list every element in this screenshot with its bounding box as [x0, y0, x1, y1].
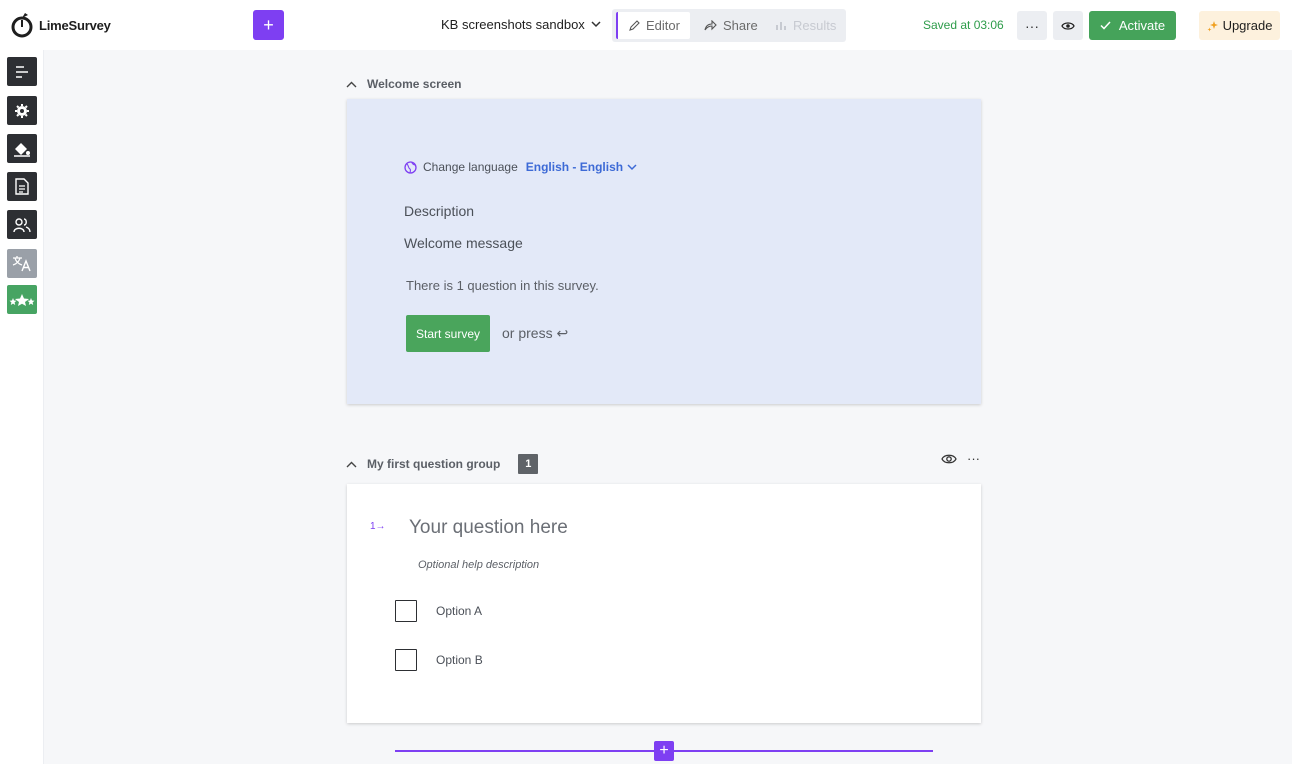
group-count-badge: 1: [518, 454, 539, 474]
welcome-card[interactable]: Change language English - English Descri…: [347, 99, 981, 404]
chevron-up-icon: [346, 461, 357, 467]
mode-tabs: Editor Share Results: [612, 9, 846, 42]
group-tools: ···: [941, 451, 980, 466]
welcome-section-header[interactable]: Welcome screen: [346, 77, 462, 91]
language-selector[interactable]: English - English: [526, 160, 637, 174]
document-icon: [15, 178, 29, 195]
question-card[interactable]: 1→ Your question here Optional help desc…: [347, 484, 981, 723]
survey-title-dropdown[interactable]: KB screenshots sandbox: [441, 17, 601, 32]
sidebar-item-settings[interactable]: [7, 96, 37, 125]
sidebar-item-structure[interactable]: [7, 57, 37, 86]
tab-results[interactable]: Results: [765, 12, 846, 39]
activate-label: Activate: [1118, 18, 1166, 33]
welcome-section-title: Welcome screen: [367, 77, 462, 91]
question-number: 1→: [370, 521, 386, 532]
sidebar-item-document[interactable]: [7, 172, 37, 201]
tab-editor[interactable]: Editor: [616, 12, 690, 39]
structure-icon: [16, 65, 28, 78]
welcome-message-field[interactable]: Welcome message: [404, 235, 523, 251]
press-enter-hint: or press ↩: [502, 325, 569, 341]
upgrade-button[interactable]: Upgrade: [1199, 11, 1280, 40]
welcome-description-field[interactable]: Description: [404, 203, 474, 219]
survey-title: KB screenshots sandbox: [441, 17, 585, 32]
add-question-button[interactable]: +: [654, 741, 674, 761]
option-label: Option A: [436, 604, 483, 618]
question-title-field[interactable]: Your question here: [409, 517, 568, 539]
question-help-field[interactable]: Optional help description: [418, 559, 539, 571]
checkmark-icon: [1100, 21, 1111, 30]
theme-bucket-icon: [14, 142, 30, 157]
eye-icon: [1061, 21, 1075, 30]
option-checkbox[interactable]: [395, 600, 417, 622]
app-name: LimeSurvey: [39, 17, 111, 33]
ellipsis-icon: ···: [1025, 17, 1039, 34]
share-icon: [704, 20, 717, 31]
add-button[interactable]: +: [253, 10, 284, 40]
chevron-up-icon: [346, 81, 357, 87]
pencil-icon: [629, 19, 640, 31]
plus-icon: +: [659, 742, 669, 759]
participants-icon: [13, 217, 31, 232]
group-section-header[interactable]: My first question group 1: [346, 454, 539, 474]
plus-icon: +: [263, 14, 274, 35]
option-row[interactable]: Option A: [395, 600, 482, 622]
upgrade-label: Upgrade: [1222, 18, 1273, 33]
settings-icon: [15, 103, 29, 118]
preview-button[interactable]: [1053, 11, 1083, 40]
translate-icon: [12, 256, 31, 272]
option-label: Option B: [436, 653, 483, 667]
more-options-button[interactable]: ···: [1017, 11, 1047, 40]
option-checkbox[interactable]: [395, 649, 417, 671]
option-row[interactable]: Option B: [395, 649, 483, 671]
language-value: English - English: [525, 160, 624, 174]
tab-results-label: Results: [793, 18, 837, 33]
chevron-down-icon: [627, 163, 637, 170]
change-language-label: Change language: [423, 160, 518, 174]
sparkle-icon: [1207, 20, 1218, 31]
change-language-row: Change language English - English: [404, 160, 637, 174]
eye-icon[interactable]: [941, 453, 957, 465]
limesurvey-logo-icon: [11, 13, 33, 38]
left-sidebar: [0, 50, 44, 764]
bar-chart-icon: [776, 22, 786, 30]
globe-icon: [404, 160, 417, 174]
saved-status: Saved at 03:06: [923, 18, 1004, 32]
limesurvey-logo[interactable]: LimeSurvey: [10, 11, 111, 39]
sidebar-item-theme[interactable]: [7, 134, 37, 163]
group-title: My first question group: [367, 457, 501, 471]
sidebar-item-stars[interactable]: [7, 285, 37, 314]
question-count-text: There is 1 question in this survey.: [406, 278, 599, 293]
chevron-down-icon: [591, 21, 601, 28]
sidebar-item-translate[interactable]: [7, 249, 37, 278]
sidebar-item-participants[interactable]: [7, 210, 37, 239]
stars-icon: [9, 293, 35, 306]
activate-button[interactable]: Activate: [1089, 11, 1176, 40]
top-bar: LimeSurvey + KB screenshots sandbox Edit…: [0, 0, 1292, 50]
tab-share[interactable]: Share: [694, 12, 768, 39]
start-survey-button[interactable]: Start survey: [406, 315, 490, 352]
group-more-icon[interactable]: ···: [967, 451, 980, 466]
tab-editor-label: Editor: [646, 18, 680, 33]
tab-share-label: Share: [723, 18, 758, 33]
